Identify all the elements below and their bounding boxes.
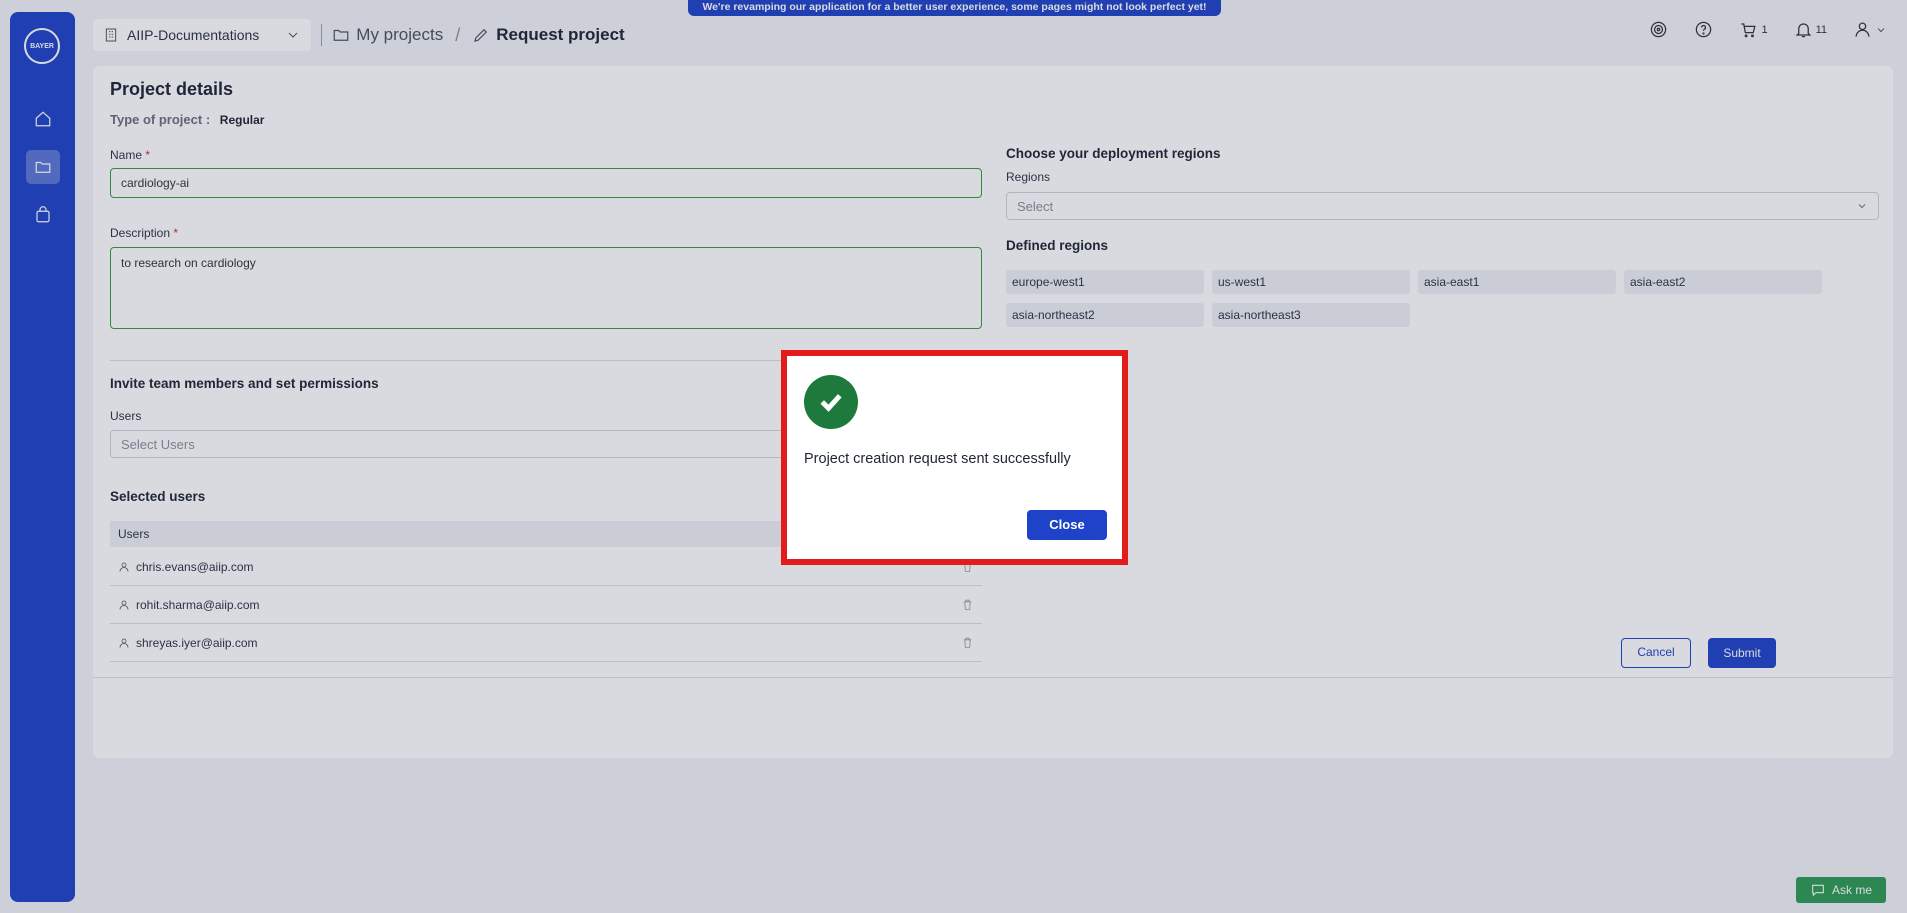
close-button[interactable]: Close (1027, 510, 1107, 540)
success-dialog: Project creation request sent successful… (781, 350, 1128, 565)
checkmark-icon (820, 394, 842, 412)
success-message: Project creation request sent successful… (804, 451, 1071, 467)
success-check-icon (804, 375, 858, 429)
